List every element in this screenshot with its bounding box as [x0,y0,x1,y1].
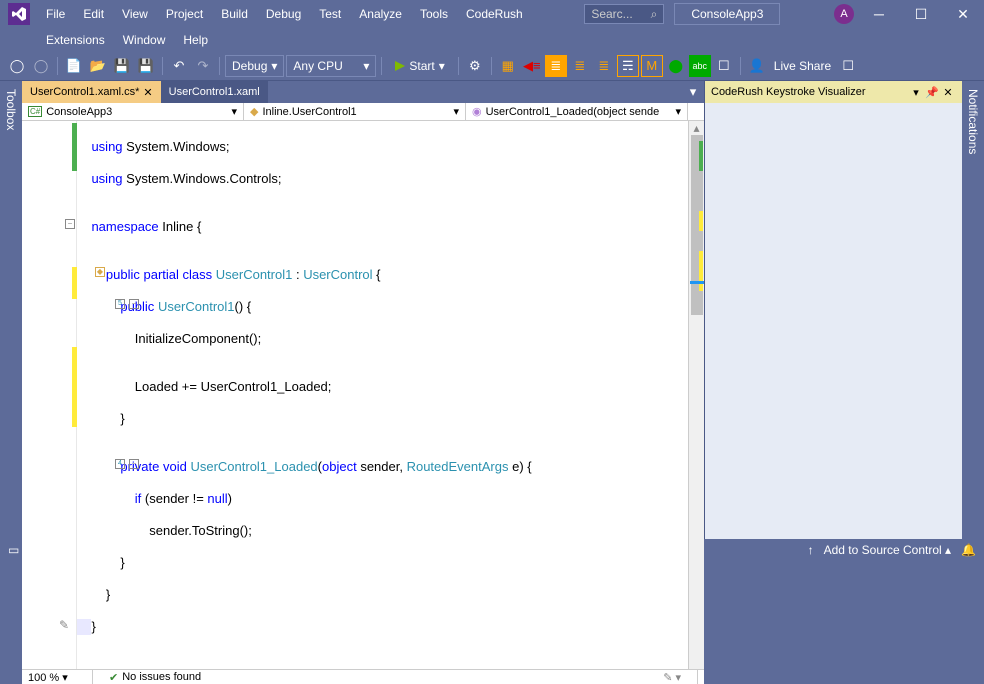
save-button[interactable]: 💾 [111,55,133,77]
menu-tools[interactable]: Tools [412,3,456,25]
nav-fwd-button[interactable]: ◯ [30,55,52,77]
tool-button-5[interactable]: ≣ [569,55,591,77]
search-input[interactable]: Searc... ⌕ [584,4,664,24]
tool-button-6[interactable]: ≣ [593,55,615,77]
tab-label: UserControl1.xaml.cs* [30,86,139,98]
zoom-dropdown[interactable]: 100 % ▾ [28,671,76,684]
split-button[interactable]: ▢ [688,103,704,120]
ref-count-badge[interactable]: 5 [115,299,125,309]
brush-icon[interactable]: ✎ ▾ [663,671,681,684]
tool-button-8[interactable]: M [641,55,663,77]
menu-coderush[interactable]: CodeRush [458,3,531,25]
toolbox-tab[interactable]: Toolbox [0,81,22,539]
menu-extensions[interactable]: Extensions [38,29,113,51]
play-icon [395,61,405,71]
check-icon: ✔ [109,671,118,684]
nav-project-dropdown[interactable]: C# ConsoleApp3▾ [22,103,244,120]
tool-button-9[interactable]: ⬤ [665,55,687,77]
nav-class-dropdown[interactable]: ◆ Inline.UserControl1▾ [244,103,466,120]
new-file-button[interactable]: 📄 [63,55,85,77]
search-placeholder: Searc... [591,7,632,21]
chevron-down-icon: ▾ [363,59,369,73]
open-button[interactable]: 📂 [87,55,109,77]
tool-button-2[interactable]: ▦ [497,55,519,77]
scroll-up-button[interactable]: ▴ [689,121,704,135]
toolwindow-body [705,103,962,539]
output-icon[interactable]: ▭ [8,543,19,557]
chevron-down-icon: ▾ [453,105,459,118]
toolwindow-close-button[interactable]: ✕ [940,86,956,99]
avatar[interactable]: A [834,4,854,24]
menu-project[interactable]: Project [158,3,211,25]
tool-button-3[interactable]: ◀≡ [521,55,543,77]
maximize-button[interactable]: ☐ [904,3,938,25]
redo-button[interactable]: ↷ [192,55,214,77]
nav-member-dropdown[interactable]: ◉ UserControl1_Loaded(object sende▾ [466,103,688,120]
tab-label: UserControl1.xaml [169,86,260,98]
menu-debug[interactable]: Debug [258,3,309,25]
issues-indicator[interactable]: ✔ No issues found [109,671,201,684]
chevron-down-icon: ▾ [231,105,237,118]
csharp-icon: C# [28,106,42,117]
chevron-down-icon: ▾ [271,59,277,73]
toolwindow-dropdown-button[interactable]: ▾ [908,86,924,99]
code-editor[interactable]: using System.Windows; using System.Windo… [77,121,688,669]
tool-button-11[interactable]: ☐ [713,55,735,77]
editor-margin [22,121,77,669]
ref-count-badge[interactable]: 4 [115,459,125,469]
notifications-tab[interactable]: Notifications [962,81,984,539]
toolwindow-title: CodeRush Keystroke Visualizer [711,86,908,98]
tab-dropdown-button[interactable]: ▾ [682,81,704,103]
start-button[interactable]: Start ▾ [387,57,452,75]
menu-build[interactable]: Build [213,3,256,25]
menu-analyze[interactable]: Analyze [351,3,410,25]
menu-edit[interactable]: Edit [75,3,112,25]
search-icon: ⌕ [651,7,658,22]
config-dropdown[interactable]: Debug▾ [225,55,284,77]
nav-back-button[interactable]: ◯ [6,55,28,77]
bell-icon[interactable]: 🔔 [961,543,976,557]
menu-help[interactable]: Help [175,29,216,51]
pencil-icon: ✎ [59,617,69,633]
tab-close-button[interactable]: ✕ [143,86,152,99]
publish-icon: ↑ [808,543,814,557]
tool-button-4[interactable]: ≣ [545,55,567,77]
vs-logo-icon [8,3,30,25]
save-all-button[interactable]: 💾 [135,55,157,77]
minimize-button[interactable]: ─ [862,3,896,25]
chevron-down-icon: ▾ [439,59,445,73]
tab-usercontrol-cs[interactable]: UserControl1.xaml.cs* ✕ [22,81,161,103]
undo-button[interactable]: ↶ [168,55,190,77]
add-source-control-button[interactable]: Add to Source Control ▴ [824,543,951,557]
menu-file[interactable]: File [38,3,73,25]
toolwindow-pin-button[interactable]: 📌 [924,86,940,99]
method-icon: ◉ [472,105,482,118]
menu-test[interactable]: Test [311,3,349,25]
solution-name[interactable]: ConsoleApp3 [674,3,780,25]
tool-button-1[interactable]: ⚙ [464,55,486,77]
menu-view[interactable]: View [114,3,156,25]
liveshare-button[interactable]: Live Share [770,59,835,73]
platform-dropdown[interactable]: Any CPU▾ [286,55,376,77]
vertical-scrollbar[interactable]: ▴ [688,121,704,669]
close-button[interactable]: ✕ [946,3,980,25]
feedback-button[interactable]: ☐ [837,55,859,77]
menu-window[interactable]: Window [115,29,174,51]
chevron-down-icon: ▾ [675,105,681,118]
tool-button-7[interactable]: ☴ [617,55,639,77]
class-icon: ◆ [250,105,258,118]
liveshare-icon: 👤 [746,55,768,77]
tool-button-10[interactable]: abc [689,55,711,77]
tab-usercontrol-xaml[interactable]: UserControl1.xaml [161,81,268,103]
